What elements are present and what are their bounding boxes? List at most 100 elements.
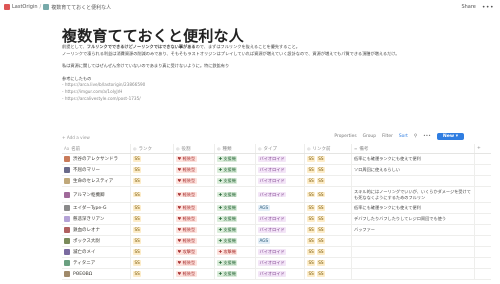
cell-note[interactable]: 低率にも確運ランクにも使えて便利 <box>351 202 475 214</box>
cell-note[interactable] <box>351 175 475 187</box>
cell-type[interactable]: バイオロイド <box>255 175 305 187</box>
cell-name[interactable]: 不屈のマリー <box>62 164 131 176</box>
cell-link[interactable]: SS SS <box>304 224 352 236</box>
table-row[interactable]: ポックス大尉 SS ♥ 軽装型 ✚ 支援機 AGS SS SS <box>62 235 491 247</box>
cell-link[interactable]: SS SS <box>304 213 352 225</box>
cell-type[interactable]: バイオロイド <box>255 186 305 203</box>
cell-name[interactable]: 渋谷のアレクサンドラ <box>62 153 131 165</box>
cell-role[interactable]: ♥ 軽装型 <box>173 202 215 214</box>
cell-role[interactable]: ♥ 軽装型 <box>173 224 215 236</box>
more-icon[interactable]: ••• <box>482 4 494 11</box>
table-row[interactable]: 滅亡のメイ SS ♥ 攻撃型 ✚ 攻撃機 バイオロイド SS SS <box>62 246 491 258</box>
cell-note[interactable] <box>351 235 475 247</box>
col-header-kind[interactable]: ◎ 種類 <box>214 144 256 154</box>
table-row[interactable]: ティタニア SS ♥ 軽装型 ✚ 支援機 バイオロイド SS SS <box>62 257 491 269</box>
cell-role[interactable]: ♥ 軽装型 <box>173 186 215 203</box>
new-button[interactable]: New ▾ <box>436 133 464 140</box>
col-header-role[interactable]: ◎ 役割 <box>173 144 215 154</box>
cell-name[interactable]: エイダーType-G <box>62 202 131 214</box>
cell-kind[interactable]: ✚ 支援機 <box>214 257 256 269</box>
cell-rank[interactable]: SS <box>130 153 174 165</box>
cell-rank[interactable]: SS <box>130 257 174 269</box>
add-view-button[interactable]: + Add a view <box>62 135 90 140</box>
cell-role[interactable]: ♥ 攻撃型 <box>173 246 215 258</box>
breadcrumb-page[interactable]: 複数育てておくと便利な人 <box>51 4 111 11</box>
cell-kind[interactable]: ✚ 支援機 <box>214 268 256 280</box>
table-row[interactable]: エイダーType-G SS ♥ 軽装型 ✚ 支援機 AGS SS SS 低率にも確運ランクに… <box>62 202 491 214</box>
cell-note[interactable]: バッファー <box>351 224 475 236</box>
share-button[interactable]: Share <box>461 4 475 10</box>
cell-type[interactable]: バイオロイド <box>255 246 305 258</box>
cell-kind[interactable]: ✚ 支援機 <box>214 153 256 165</box>
add-column-button[interactable]: + <box>474 144 491 154</box>
cell-rank[interactable]: SS <box>130 164 174 176</box>
table-row[interactable]: 不屈のマリー SS ♥ 軽装型 ✚ 支援機 バイオロイド SS SS ソロ周回に使えるらしい <box>62 164 491 176</box>
cell-kind[interactable]: ✚ 支援機 <box>214 202 256 214</box>
table-row[interactable]: 生命のセレスティア SS ♥ 軽装型 ✚ 支援機 バイオロイド SS SS <box>62 175 491 187</box>
cell-note[interactable] <box>351 268 475 280</box>
cell-rank[interactable]: SS <box>130 224 174 236</box>
cell-name[interactable]: 滅亡のメイ <box>62 246 131 258</box>
cell-note[interactable]: デバフしたりバフしたりしてレジロ周回でも使う <box>351 213 475 225</box>
cell-link[interactable]: SS SS <box>304 257 352 269</box>
col-header-rank[interactable]: ◎ ランク <box>130 144 174 154</box>
cell-note[interactable]: ソロ周回に使えるらしい <box>351 164 475 176</box>
cell-rank[interactable]: SS <box>130 175 174 187</box>
cell-role[interactable]: ♥ 軽装型 <box>173 268 215 280</box>
cell-rank[interactable]: SS <box>130 268 174 280</box>
cell-kind[interactable]: ✚ 支援機 <box>214 213 256 225</box>
cell-type[interactable]: バイオロイド <box>255 153 305 165</box>
table-row[interactable]: ΡΘΕΘΒΩ SS ♥ 軽装型 ✚ 支援機 バイオロイド SS SS <box>62 268 491 280</box>
cell-link[interactable]: SS SS <box>304 202 352 214</box>
cell-type[interactable]: AGS <box>255 202 305 214</box>
cell-name[interactable]: ΡΘΕΘΒΩ <box>62 268 131 280</box>
cell-role[interactable]: ♥ 軽装型 <box>173 175 215 187</box>
cell-name[interactable]: ポックス大尉 <box>62 235 131 247</box>
cell-name[interactable]: 生命のセレスティア <box>62 175 131 187</box>
cell-type[interactable]: バイオロイド <box>255 257 305 269</box>
cell-link[interactable]: SS SS <box>304 268 352 280</box>
reference-link-2[interactable]: - https://imgur.com/a/1oIyJrH <box>62 89 462 96</box>
cell-kind[interactable]: ✚ 支援機 <box>214 186 256 203</box>
cell-note[interactable] <box>351 246 475 258</box>
cell-rank[interactable]: SS <box>130 246 174 258</box>
reference-link-3[interactable]: - https://arcalivestyle.com/post-1735/ <box>62 96 462 103</box>
cell-kind[interactable]: ✚ 攻撃機 <box>214 246 256 258</box>
cell-role[interactable]: ♥ 軽装型 <box>173 213 215 225</box>
col-header-link[interactable]: ◎ リンク前 <box>304 144 352 154</box>
sort-button[interactable]: Sort <box>399 134 408 139</box>
table-row[interactable]: 鉄血のレオナ SS ♥ 軽装型 ✚ 支援機 バイオロイド SS SS バッファー <box>62 224 491 236</box>
properties-button[interactable]: Properties <box>334 134 356 139</box>
cell-note[interactable] <box>351 257 475 269</box>
cell-rank[interactable]: SS <box>130 213 174 225</box>
cell-role[interactable]: ♥ 軽装型 <box>173 257 215 269</box>
cell-rank[interactable]: SS <box>130 186 174 203</box>
cell-link[interactable]: SS SS <box>304 175 352 187</box>
breadcrumb-workspace[interactable]: LastOrigin <box>12 4 38 10</box>
cell-link[interactable]: SS SS <box>304 186 352 203</box>
cell-type[interactable]: バイオロイド <box>255 268 305 280</box>
table-row[interactable]: アルマン枢機卿 SS ♥ 軽装型 ✚ 支援機 バイオロイド SS SS スキル的にはノーリン… <box>62 186 491 203</box>
cell-kind[interactable]: ✚ 支援機 <box>214 235 256 247</box>
cell-name[interactable]: 慈悲深きリアン <box>62 213 131 225</box>
cell-link[interactable]: SS SS <box>304 153 352 165</box>
cell-link[interactable]: SS SS <box>304 246 352 258</box>
cell-link[interactable]: SS SS <box>304 235 352 247</box>
cell-link[interactable]: SS SS <box>304 164 352 176</box>
cell-name[interactable]: ティタニア <box>62 257 131 269</box>
cell-type[interactable]: バイオロイド <box>255 224 305 236</box>
search-icon[interactable]: ⚲ <box>414 134 417 139</box>
cell-role[interactable]: ♥ 軽装型 <box>173 235 215 247</box>
cell-name[interactable]: 鉄血のレオナ <box>62 224 131 236</box>
col-header-note[interactable]: ≡ 備考 <box>351 144 475 154</box>
cell-role[interactable]: ♥ 軽装型 <box>173 164 215 176</box>
cell-rank[interactable]: SS <box>130 202 174 214</box>
col-header-type[interactable]: ◎ タイプ <box>255 144 305 154</box>
cell-type[interactable]: バイオロイド <box>255 213 305 225</box>
cell-note[interactable]: 低率にも確運ランクにも使えて便利 <box>351 153 475 165</box>
cell-name[interactable]: アルマン枢機卿 <box>62 186 131 203</box>
col-header-name[interactable]: Aa 名前 <box>62 144 131 154</box>
table-row[interactable]: 渋谷のアレクサンドラ SS ♥ 軽装型 ✚ 支援機 バイオロイド SS SS 低率にも確運ラ… <box>62 153 491 165</box>
reference-link-1[interactable]: - https://arca.live/b/lastorigin/2386659… <box>62 82 462 89</box>
table-row[interactable]: 慈悲深きリアン SS ♥ 軽装型 ✚ 支援機 バイオロイド SS SS デバフしたりバフした… <box>62 213 491 225</box>
